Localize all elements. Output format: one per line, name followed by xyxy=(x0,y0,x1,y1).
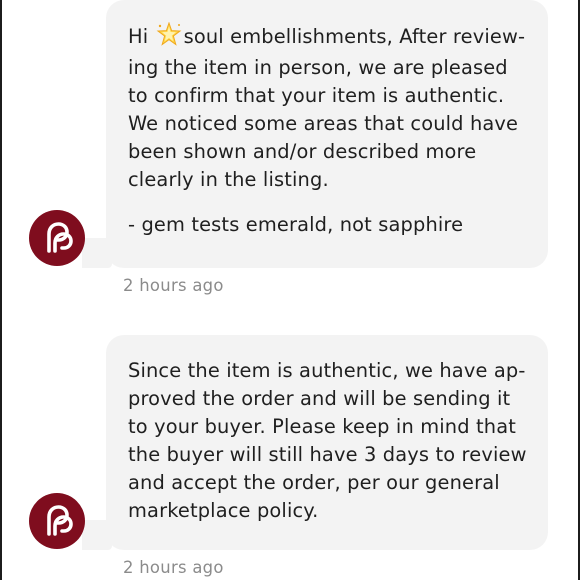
frame-left-border xyxy=(0,0,2,580)
message-line: marketplace policy. xyxy=(128,499,319,523)
message-text: soul embellishments, After review- xyxy=(183,25,526,48)
avatar[interactable] xyxy=(29,493,85,549)
sparkle-star-icon xyxy=(156,21,182,54)
message-bubble: Hi soul embellishments, After review- in… xyxy=(106,0,548,268)
message-timestamp: 2 hours ago xyxy=(123,276,224,295)
message-line: Since the item is authentic, we have ap- xyxy=(128,359,526,382)
message-line: the buyer will still have 3 days to revi… xyxy=(128,443,527,467)
message-line: and accept the order, per our general xyxy=(128,471,500,495)
message-line: to confirm that your item is authentic. xyxy=(128,84,505,108)
message-line: to your buyer. Please keep in mind that xyxy=(128,415,516,439)
message-line: clearly in the listing. xyxy=(128,168,329,192)
message-bubble: Since the item is authentic, we have ap-… xyxy=(106,335,548,550)
message-line: proved the order and will be sending it xyxy=(128,387,511,411)
message-timestamp: 2 hours ago xyxy=(123,558,224,577)
message-text: Hi xyxy=(128,25,155,48)
message-line: We noticed some areas that could have xyxy=(128,112,519,136)
poshmark-logo-icon xyxy=(29,493,85,549)
message-line: been shown and/or described more xyxy=(128,140,477,164)
message-line: Hi soul embellishments, After review- xyxy=(128,21,528,54)
avatar[interactable] xyxy=(29,210,85,266)
poshmark-logo-icon xyxy=(29,210,85,266)
message-line: - gem tests emerald, not sapphire xyxy=(128,212,464,236)
message-line: ing the item in person, we are pleased xyxy=(128,56,508,80)
